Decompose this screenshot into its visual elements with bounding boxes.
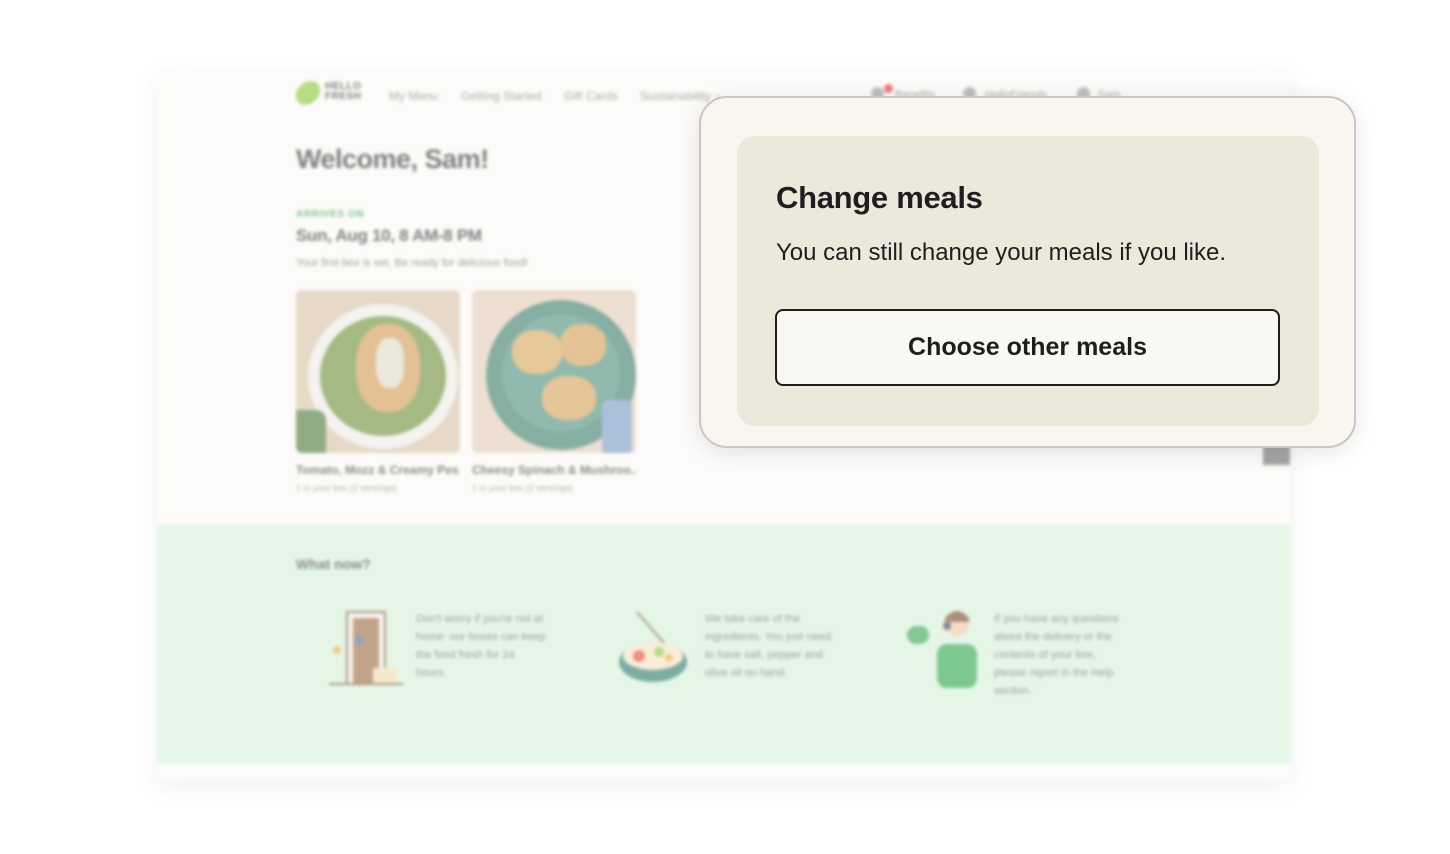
hellofresh-logo-icon[interactable] [292, 78, 324, 108]
delivery-date: Sun, Aug 10, 8 AM-8 PM [296, 226, 482, 245]
nav-getting-started[interactable]: Getting Started [461, 89, 542, 103]
meal-image [472, 290, 636, 453]
nav-sustainability[interactable]: Sustainability [640, 89, 711, 103]
meal-image [296, 290, 460, 453]
change-meals-popup: Change meals You can still change your m… [699, 96, 1356, 448]
notification-dot [884, 84, 893, 93]
meal-servings: 1 in your box (2 servings) [472, 483, 574, 493]
meal-servings: 1 in your box (2 servings) [296, 483, 398, 493]
what-now-heading: What now? [296, 556, 371, 572]
what-now-section: What now? Don't worry if you're not at h… [157, 524, 1290, 764]
info-text: If you have any questions about the deli… [994, 613, 1119, 697]
popup-title: Change meals [776, 180, 983, 215]
arrives-label: ARRIVES ON [296, 209, 365, 220]
nav-gift-cards[interactable]: Gift Cards [564, 89, 618, 103]
logo-text: HELLO FRESH [325, 81, 362, 102]
door-delivery-illustration [329, 611, 403, 685]
welcome-heading: Welcome, Sam! [296, 144, 489, 174]
screen: HELLO FRESH My Menu Getting Started Gift… [0, 0, 1450, 854]
meal-card[interactable]: Cheesy Spinach & Mushroo... 1 in your bo… [472, 290, 636, 493]
info-text: Don't worry if you're not at home: our b… [416, 613, 546, 679]
salad-bowl-illustration [619, 611, 687, 682]
delivery-subtitle: Your first box is set. Be ready for deli… [296, 257, 528, 269]
support-agent-illustration [907, 611, 977, 688]
meal-title: Tomato, Mozz & Creamy Pes... [296, 463, 460, 477]
info-text: We take care of the ingredients. You jus… [705, 613, 831, 679]
nav-my-menu[interactable]: My Menu [389, 89, 438, 103]
choose-other-meals-button[interactable]: Choose other meals [775, 309, 1280, 386]
popup-card: Change meals You can still change your m… [737, 136, 1319, 426]
meal-card[interactable]: Tomato, Mozz & Creamy Pes... 1 in your b… [296, 290, 460, 493]
meal-title: Cheesy Spinach & Mushroo... [472, 463, 636, 477]
carousel-arrow[interactable] [1263, 445, 1290, 465]
popup-description: You can still change your meals if you l… [776, 239, 1227, 266]
